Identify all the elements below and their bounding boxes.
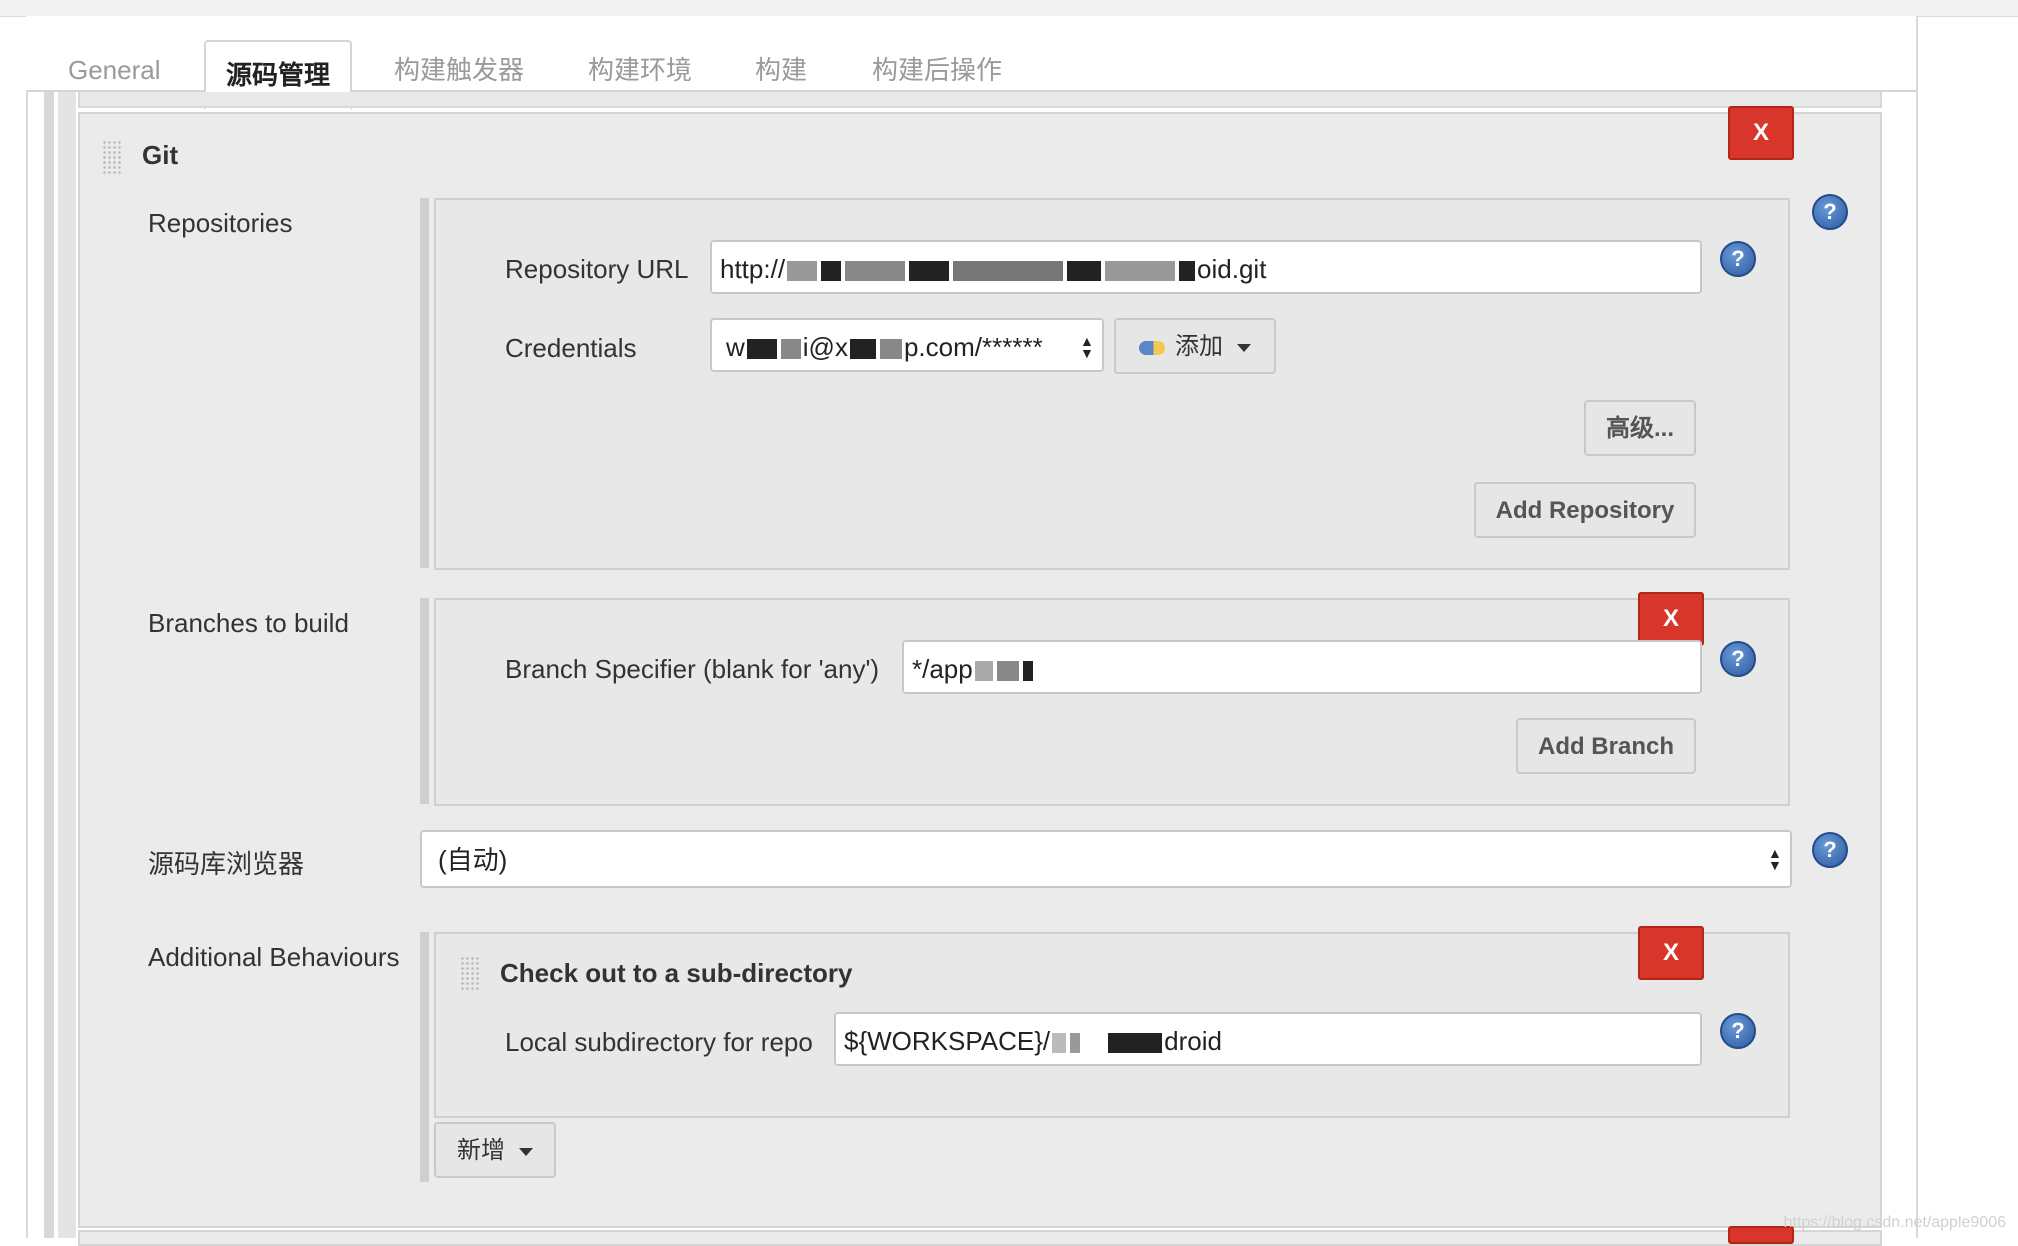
redaction bbox=[845, 261, 906, 282]
tab-bar: General 源码管理 构建触发器 构建环境 构建 构建后操作 bbox=[26, 16, 1916, 110]
git-title: Git bbox=[142, 140, 179, 170]
local-subdirectory-value-start: ${WORKSPACE}/ bbox=[844, 1026, 1051, 1056]
credentials-value-mid: i@x bbox=[802, 332, 848, 362]
advanced-button[interactable]: 高级... bbox=[1584, 400, 1696, 456]
behaviours-bar bbox=[420, 932, 429, 1182]
add-behaviour-label: 新增 bbox=[457, 1137, 505, 1164]
redaction bbox=[879, 339, 902, 360]
repository-url-value-start: http:// bbox=[720, 254, 786, 284]
chevron-down-icon bbox=[1237, 343, 1251, 352]
tab-build-environment[interactable]: 构建环境 bbox=[588, 50, 692, 90]
help-icon-repository-url[interactable]: ? bbox=[1720, 241, 1756, 277]
branches-to-build-label: Branches to build bbox=[148, 608, 349, 638]
add-behaviour-button[interactable]: 新增 bbox=[434, 1122, 556, 1178]
local-subdirectory-value-end: droid bbox=[1164, 1026, 1222, 1056]
branch-specifier-label: Branch Specifier (blank for 'any') bbox=[505, 654, 880, 684]
help-icon-branch-specifier[interactable]: ? bbox=[1720, 641, 1756, 677]
redaction bbox=[1022, 661, 1033, 682]
drag-handle-icon[interactable] bbox=[102, 140, 122, 174]
redaction bbox=[1067, 261, 1102, 282]
tab-post-build-actions[interactable]: 构建后操作 bbox=[872, 50, 1002, 90]
behaviour-delete-button[interactable]: X bbox=[1638, 926, 1704, 980]
branch-specifier-value: */app bbox=[912, 654, 973, 684]
help-icon-repository-browser[interactable]: ? bbox=[1812, 832, 1848, 868]
tab-general[interactable]: General bbox=[68, 50, 161, 90]
repository-browser-select-arrows-icon: ▲ ▼ bbox=[1768, 845, 1782, 873]
branches-bar bbox=[420, 598, 429, 804]
redaction bbox=[974, 661, 993, 682]
behaviour-title: Check out to a sub-directory bbox=[500, 958, 853, 988]
repository-url-value-end: oid.git bbox=[1197, 254, 1267, 284]
redaction bbox=[1052, 1033, 1067, 1054]
previous-section-end bbox=[78, 92, 1882, 108]
repository-url-input[interactable]: http:// oid.git bbox=[710, 240, 1702, 294]
branches-panel bbox=[434, 598, 1790, 806]
local-subdirectory-input[interactable]: ${WORKSPACE}/ droid bbox=[834, 1012, 1702, 1066]
credentials-add-button[interactable]: 添加 bbox=[1114, 318, 1276, 374]
watermark: https://blog.csdn.net/apple9006 bbox=[1783, 1214, 2006, 1231]
chevron-down-icon bbox=[519, 1147, 533, 1156]
redaction bbox=[996, 661, 1019, 682]
credentials-value-start: w bbox=[726, 332, 745, 362]
redaction bbox=[821, 261, 842, 282]
drag-handle-icon[interactable] bbox=[460, 956, 480, 990]
add-branch-button[interactable]: Add Branch bbox=[1516, 718, 1696, 774]
top-strip bbox=[0, 0, 2018, 17]
redaction bbox=[1179, 261, 1196, 282]
tab-build-triggers[interactable]: 构建触发器 bbox=[394, 50, 524, 90]
help-icon-git[interactable]: ? bbox=[1812, 194, 1848, 230]
credentials-value-end: p.com/****** bbox=[903, 332, 1043, 362]
redaction bbox=[909, 261, 950, 282]
credentials-select[interactable]: w i@x p.com/****** bbox=[710, 318, 1104, 372]
credentials-add-label: 添加 bbox=[1175, 333, 1223, 360]
key-icon bbox=[1139, 340, 1165, 355]
section-gutter-inner bbox=[58, 92, 76, 1238]
credentials-label: Credentials bbox=[505, 333, 637, 363]
repositories-label: Repositories bbox=[148, 208, 293, 238]
redaction bbox=[1105, 261, 1176, 282]
repository-browser-label: 源码库浏览器 bbox=[148, 849, 305, 879]
redaction bbox=[1070, 1033, 1081, 1054]
redaction bbox=[849, 339, 876, 360]
next-section-start bbox=[78, 1230, 1882, 1246]
redaction bbox=[953, 261, 1064, 282]
tab-build[interactable]: 构建 bbox=[755, 50, 807, 90]
redaction bbox=[746, 339, 777, 360]
repository-url-label: Repository URL bbox=[505, 254, 689, 284]
redaction bbox=[787, 261, 818, 282]
help-icon-local-subdirectory[interactable]: ? bbox=[1720, 1013, 1756, 1049]
section-gutter bbox=[44, 92, 54, 1238]
repository-browser-select[interactable]: (自动) bbox=[420, 830, 1792, 888]
local-subdirectory-label: Local subdirectory for repo bbox=[505, 1027, 813, 1057]
redaction bbox=[780, 339, 801, 360]
add-repository-button[interactable]: Add Repository bbox=[1474, 482, 1696, 538]
branch-specifier-input[interactable]: */app bbox=[902, 640, 1702, 694]
branch-delete-button[interactable]: X bbox=[1638, 592, 1704, 646]
additional-behaviours-label: Additional Behaviours bbox=[148, 942, 400, 972]
credentials-select-arrows-icon: ▲ ▼ bbox=[1080, 333, 1094, 361]
redaction bbox=[1108, 1033, 1163, 1054]
repositories-bar bbox=[420, 198, 429, 568]
git-delete-button[interactable]: X bbox=[1728, 106, 1794, 160]
